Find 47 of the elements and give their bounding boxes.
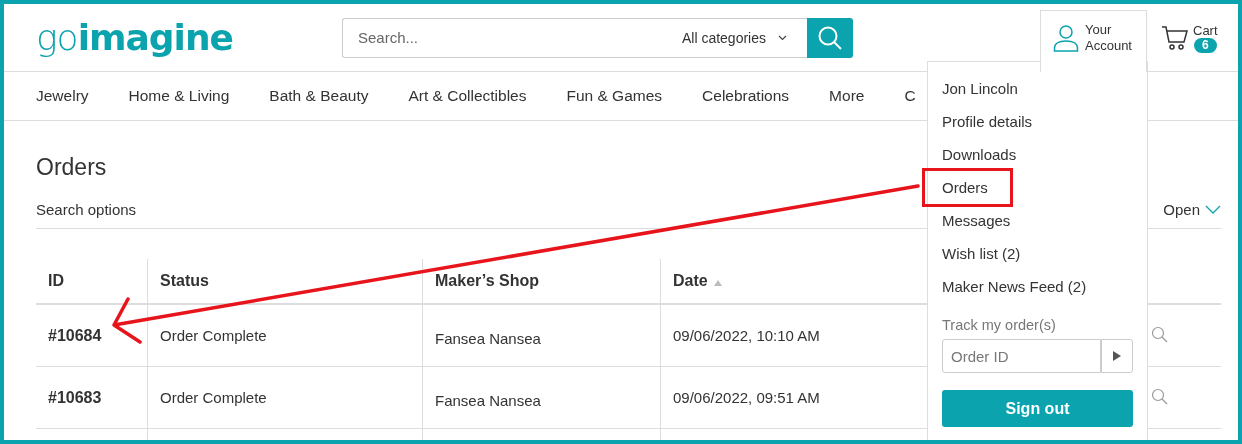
search-icon[interactable]: [1150, 387, 1168, 405]
column-header[interactable]: Status: [147, 259, 423, 304]
table-cell: 09/06/2022, 09:51 AM: [660, 366, 917, 429]
search-button[interactable]: [807, 17, 853, 58]
category-link[interactable]: C: [904, 87, 916, 105]
category-link[interactable]: Jewelry: [36, 87, 89, 105]
category-link[interactable]: Celebrations: [702, 87, 790, 105]
order-id[interactable]: #10683: [36, 366, 148, 429]
category-link[interactable]: Fun & Games: [566, 87, 663, 105]
table-cell: 09/06/2022, 10:10 AM: [660, 304, 917, 367]
column-header[interactable]: Date: [660, 259, 917, 304]
table-cell: Order Complete: [147, 304, 423, 367]
menu-item[interactable]: Downloads: [942, 138, 1017, 171]
open-toggle[interactable]: Open: [1163, 201, 1221, 218]
cart-icon: [1161, 24, 1189, 51]
track-label: Track my order(s): [942, 317, 1057, 333]
chevron-down-icon: [778, 34, 787, 41]
order-id-field[interactable]: Order ID: [942, 339, 1101, 373]
cart-count-badge: 6: [1193, 37, 1217, 53]
page-title: Orders: [36, 154, 107, 181]
order-id[interactable]: #10684: [36, 304, 148, 367]
column-header[interactable]: Maker’s Shop: [422, 259, 661, 304]
cart-button[interactable]: Cart 6: [1161, 22, 1218, 53]
menu-item[interactable]: Jon Lincoln: [942, 72, 1018, 105]
search-options-label: Search options: [36, 201, 137, 218]
search-icon: [817, 24, 843, 51]
account-button[interactable]: Your Account: [1040, 10, 1147, 72]
category-dropdown[interactable]: All categories: [667, 17, 807, 58]
menu-item[interactable]: Profile details: [942, 105, 1033, 138]
table-cell: Fansea Nansea: [422, 304, 661, 367]
column-header[interactable]: ID: [36, 259, 148, 304]
play-icon: [1113, 351, 1121, 361]
menu-item[interactable]: Maker News Feed (2): [942, 270, 1087, 303]
menu-item[interactable]: Messages: [942, 204, 1011, 237]
category-link[interactable]: Art & Collectibles: [408, 87, 527, 105]
chevron-down-icon: [1205, 205, 1221, 214]
menu-item[interactable]: Orders: [925, 171, 1010, 204]
category-link[interactable]: Bath & Beauty: [269, 87, 369, 105]
menu-item[interactable]: Wish list (2): [942, 237, 1021, 270]
submit-button[interactable]: [1101, 339, 1133, 373]
user-icon: [1053, 23, 1079, 52]
search-field[interactable]: Search...: [342, 17, 668, 58]
table-cell: Fansea Nansea: [422, 366, 661, 429]
category-link[interactable]: Home & Living: [128, 87, 230, 105]
table-cell: Order Complete: [147, 366, 423, 429]
search-icon[interactable]: [1150, 325, 1168, 343]
category-link[interactable]: More: [829, 87, 865, 105]
